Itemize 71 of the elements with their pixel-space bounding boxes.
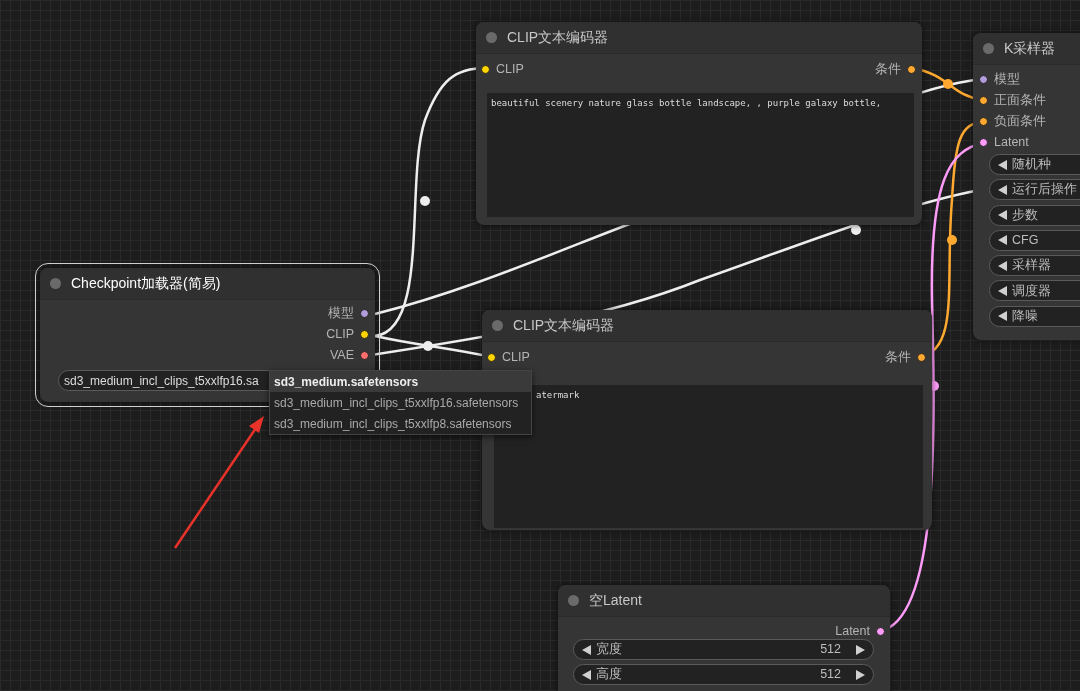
increment-icon[interactable] xyxy=(856,669,865,680)
slot-dot[interactable] xyxy=(979,75,988,84)
node-title: Checkpoint加载器(简易) xyxy=(71,274,221,293)
widget-label: 随机种 xyxy=(1012,156,1051,174)
slot-dot[interactable] xyxy=(979,96,988,105)
collapse-dot[interactable] xyxy=(50,278,61,289)
slot-dot[interactable] xyxy=(876,626,885,636)
widget-field[interactable]: CFG xyxy=(989,229,1080,251)
menu-item[interactable]: sd3_medium.safetensors xyxy=(270,371,531,392)
widget-field[interactable]: 步数 xyxy=(989,204,1080,226)
decrement-icon[interactable] xyxy=(998,210,1007,221)
slot-label: VAE xyxy=(329,349,354,362)
widget-label: 宽度 xyxy=(596,641,623,659)
widget-label: 高度 xyxy=(596,666,623,684)
number-field[interactable]: 宽度 512 xyxy=(573,639,874,660)
node-card[interactable]: K采样器 模型 正面条件 负面条件 Latent 随机种 运行后操作 步数 CFG 采样器 调度器 降噪 xyxy=(973,33,1080,340)
widget-label: 降噪 xyxy=(1012,307,1038,325)
node-card[interactable]: 空Latent Latent 宽度 512 高度 512 xyxy=(558,585,890,691)
decrement-icon[interactable] xyxy=(582,644,591,655)
decrement-icon[interactable] xyxy=(998,184,1007,195)
number-field[interactable]: 高度 512 xyxy=(573,664,874,685)
widget-value: 512 xyxy=(820,641,841,659)
decrement-icon[interactable] xyxy=(998,159,1007,170)
widget-field[interactable]: 采样器 xyxy=(989,255,1080,277)
widget-field[interactable]: 降噪 xyxy=(989,305,1080,327)
increment-icon[interactable] xyxy=(856,644,865,655)
decrement-icon[interactable] xyxy=(998,235,1007,246)
widget-field[interactable]: 调度器 xyxy=(989,280,1080,302)
slot-dot[interactable] xyxy=(360,309,369,318)
slot-label: 负面条件 xyxy=(994,115,1046,128)
slot-label: 模型 xyxy=(328,307,354,320)
node-title: CLIP文本编码器 xyxy=(507,28,609,47)
decrement-icon[interactable] xyxy=(998,286,1007,296)
slot-dot[interactable] xyxy=(917,353,926,362)
slot-label: CLIP xyxy=(326,328,354,341)
collapse-dot[interactable] xyxy=(486,32,497,43)
widget-label: 运行后操作 xyxy=(1012,181,1077,199)
slot-dot[interactable] xyxy=(360,351,369,360)
slot-label: CLIP xyxy=(502,351,530,364)
slot-label: CLIP xyxy=(496,63,524,76)
slot-label: Latent xyxy=(835,624,870,638)
collapse-dot[interactable] xyxy=(492,320,503,331)
node-card[interactable]: CLIP文本编码器 CLIP 条件 beautiful scenery nature glass bottle landscape, , purple galaxy bottle, xyxy=(476,22,922,225)
node-title: K采样器 xyxy=(1004,39,1056,58)
slot-dot[interactable] xyxy=(360,330,369,339)
select-value: sd3_medium_incl_clips_t5xxlfp16.sa xyxy=(64,372,259,390)
collapse-dot[interactable] xyxy=(983,43,994,54)
slot-label: 模型 xyxy=(994,73,1020,86)
slot-dot[interactable] xyxy=(979,138,988,147)
slot-dot[interactable] xyxy=(481,65,490,74)
widget-field[interactable]: 运行后操作 xyxy=(989,179,1080,201)
decrement-icon[interactable] xyxy=(998,311,1007,322)
slot-dot[interactable] xyxy=(487,353,496,362)
decrement-icon[interactable] xyxy=(998,260,1007,271)
slot-label: 条件 xyxy=(875,63,901,76)
slot-label: Latent xyxy=(994,136,1029,149)
decrement-icon[interactable] xyxy=(582,669,591,680)
widget-label: 调度器 xyxy=(1012,282,1051,300)
collapse-dot[interactable] xyxy=(568,595,579,606)
node-title: CLIP文本编码器 xyxy=(513,316,615,335)
slot-label: 条件 xyxy=(885,351,911,364)
slot-dot[interactable] xyxy=(907,65,916,74)
widget-label: 步数 xyxy=(1012,206,1038,224)
prompt-field[interactable]: beautiful scenery nature glass bottle landscape, , purple galaxy bottle, xyxy=(487,93,914,217)
slot-dot[interactable] xyxy=(979,117,988,126)
widget-value: 512 xyxy=(820,666,841,684)
widget-field[interactable]: 随机种 xyxy=(989,154,1080,175)
widget-label: CFG xyxy=(1012,232,1039,249)
slot-label: 正面条件 xyxy=(994,94,1046,107)
node-title: 空Latent xyxy=(589,591,642,610)
widget-label: 采样器 xyxy=(1012,257,1051,275)
